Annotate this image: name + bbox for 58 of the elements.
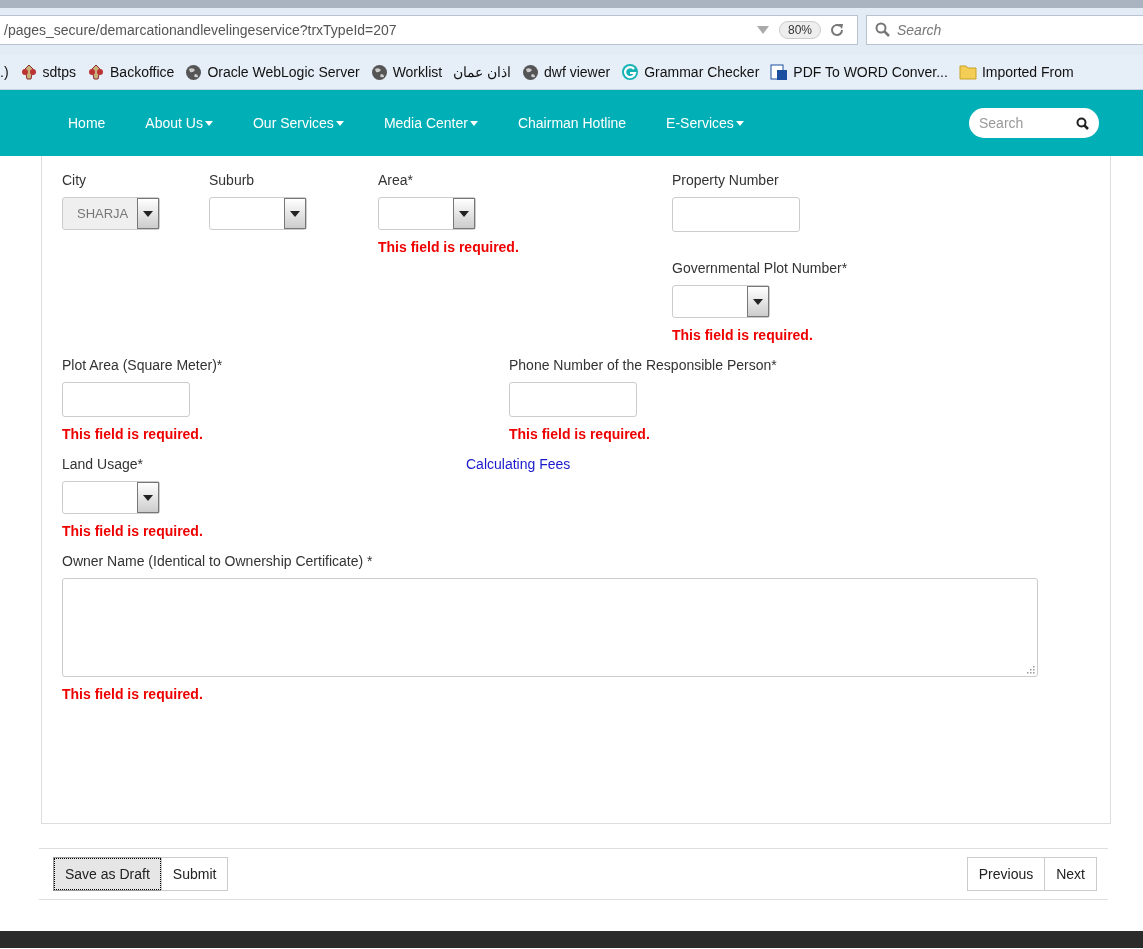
form-button[interactable]: Submit (160, 857, 229, 891)
dropdown-field[interactable] (672, 285, 770, 318)
zoom-level[interactable]: 80% (778, 20, 821, 39)
bookmark-link[interactable]: Backoffice (110, 64, 175, 80)
error-message: This field is required. (378, 239, 519, 255)
calculating-fees-link[interactable]: Calculating Fees (466, 456, 571, 472)
field-label: Owner Name (Identical to Ownership Certificate) * (62, 553, 373, 569)
bookmark-link[interactable]: Imported From (981, 64, 1074, 80)
error-message: This field is required. (62, 426, 203, 442)
search-icon (1076, 116, 1089, 130)
field-label: Governmental Plot Number* (672, 260, 848, 276)
field-label: Phone Number of the Responsible Person* (509, 357, 777, 373)
error-message: This field is required. (62, 523, 203, 539)
browser-search-field[interactable]: Search (866, 14, 1143, 45)
pager-button[interactable]: Next (1044, 857, 1097, 891)
bookmark-link[interactable]: Worklist (392, 64, 443, 80)
error-message: This field is required. (509, 426, 650, 442)
bookmark-link[interactable]: Grammar Checker (644, 64, 760, 80)
dropdown-arrow-icon (756, 25, 769, 34)
resize-grip-icon[interactable] (1026, 665, 1035, 674)
search-icon (875, 21, 891, 38)
error-message: This field is required. (672, 327, 813, 343)
bookmark-link[interactable]: PDF To WORD Conver... (793, 64, 948, 80)
dropdown-arrow-icon (290, 210, 300, 217)
folder-icon (958, 63, 977, 81)
dropdown-field[interactable] (62, 481, 160, 514)
bookmark-link[interactable]: .) (0, 64, 9, 80)
input-field[interactable] (62, 382, 190, 417)
dropdown-arrow-icon (143, 494, 153, 501)
field-label: City (62, 172, 87, 188)
document-icon (770, 63, 789, 81)
emblem-icon (87, 63, 106, 81)
bookmark-link[interactable]: dwf viewer (544, 64, 611, 80)
pager-button[interactable]: Previous (966, 857, 1046, 891)
globe-icon (522, 63, 540, 81)
field-label: Land Usage* (62, 456, 143, 472)
g-letter-icon (621, 63, 640, 81)
reload-icon[interactable] (829, 21, 845, 38)
globe-icon (370, 63, 388, 81)
address-bar[interactable]: /pages_secure/demarcationandlevelingeservice?trxTypeId=207 80% (0, 14, 858, 45)
bookmark-link[interactable]: Oracle WebLogic Server (207, 64, 360, 80)
error-message: This field is required. (62, 686, 203, 702)
dropdown-field[interactable] (378, 197, 476, 230)
field-label: Property Number (672, 172, 779, 188)
bookmark-link[interactable]: اذان عمان (453, 64, 512, 80)
field-label: Area* (378, 172, 414, 188)
emblem-icon (19, 63, 38, 81)
globe-icon (185, 63, 203, 81)
form-button[interactable]: Save as Draft (53, 857, 162, 891)
input-field[interactable] (509, 382, 637, 417)
dropdown-arrow-icon (143, 210, 153, 217)
dropdown-arrow-icon (459, 210, 469, 217)
bookmark-link[interactable]: sdtps (42, 64, 77, 80)
dropdown-field[interactable] (209, 197, 307, 230)
field-label: Plot Area (Square Meter)* (62, 357, 223, 373)
field-label: Suburb (209, 172, 255, 188)
input-field[interactable] (672, 197, 800, 232)
dropdown-arrow-icon (753, 298, 763, 305)
